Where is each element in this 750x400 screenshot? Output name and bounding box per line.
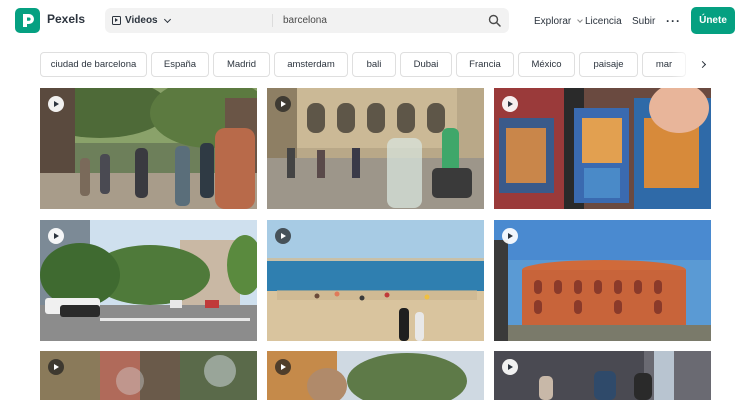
video-card[interactable]	[40, 220, 257, 341]
chip-dubai[interactable]: Dubai	[400, 52, 452, 77]
pexels-logo-icon	[23, 14, 34, 27]
play-icon	[275, 96, 291, 112]
chevron-down-icon	[577, 16, 584, 23]
pexels-logo[interactable]	[15, 8, 40, 33]
top-navbar: Pexels Videos Explorar Licencia Subir ··…	[0, 0, 750, 42]
video-icon	[112, 16, 121, 25]
video-card[interactable]	[494, 351, 711, 400]
video-card[interactable]	[267, 88, 484, 209]
search-divider	[272, 14, 273, 27]
join-button[interactable]: Únete	[691, 7, 735, 34]
video-card[interactable]	[494, 220, 711, 341]
chip-espana[interactable]: España	[151, 52, 209, 77]
chip-madrid[interactable]: Madrid	[213, 52, 270, 77]
media-type-label: Videos	[125, 15, 158, 26]
nav-explore[interactable]: Explorar	[534, 0, 584, 42]
chip-amsterdam[interactable]: amsterdam	[274, 52, 348, 77]
video-thumbnail-gaudi-facade	[267, 88, 484, 209]
play-icon	[502, 359, 518, 375]
chevron-down-icon	[163, 15, 171, 23]
chip-francia[interactable]: Francia	[456, 52, 514, 77]
chips-fade	[672, 52, 692, 77]
more-options-icon[interactable]: ···	[666, 0, 681, 42]
media-type-dropdown[interactable]: Videos	[112, 8, 171, 33]
play-icon	[502, 96, 518, 112]
video-card[interactable]	[40, 88, 257, 209]
video-card[interactable]	[40, 351, 257, 400]
video-thumbnail-bullring	[494, 220, 711, 341]
nav-license[interactable]: Licencia	[585, 0, 622, 42]
chips-next-button[interactable]	[690, 52, 718, 77]
chip-bali[interactable]: bali	[352, 52, 396, 77]
play-icon	[502, 228, 518, 244]
brand-name[interactable]: Pexels	[47, 12, 85, 26]
chip-mexico[interactable]: México	[518, 52, 575, 77]
play-icon	[275, 359, 291, 375]
video-thumbnail-avenue-trees	[40, 220, 257, 341]
video-thumbnail-street-crowd	[40, 88, 257, 209]
play-icon	[48, 359, 64, 375]
search-icon[interactable]	[488, 14, 501, 27]
play-icon	[48, 228, 64, 244]
chevron-right-icon	[698, 60, 707, 69]
video-card[interactable]	[267, 351, 484, 400]
video-thumbnail-narrow-street	[494, 351, 711, 400]
play-icon	[48, 96, 64, 112]
search-input[interactable]	[283, 8, 473, 33]
search-bar: Videos	[105, 8, 509, 33]
nav-upload[interactable]: Subir	[632, 0, 655, 42]
video-thumbnail-glass-art	[40, 351, 257, 400]
chip-ciudad-de-barcelona[interactable]: ciudad de barcelona	[40, 52, 147, 77]
chip-paisaje[interactable]: paisaje	[579, 52, 638, 77]
video-card[interactable]	[494, 88, 711, 209]
video-thumbnail-beach	[267, 220, 484, 341]
play-icon	[275, 228, 291, 244]
video-card[interactable]	[267, 220, 484, 341]
nav-explore-label: Explorar	[534, 15, 572, 27]
video-thumbnail-umbrella	[267, 351, 484, 400]
video-thumbnail-souvenir-postcards	[494, 88, 711, 209]
